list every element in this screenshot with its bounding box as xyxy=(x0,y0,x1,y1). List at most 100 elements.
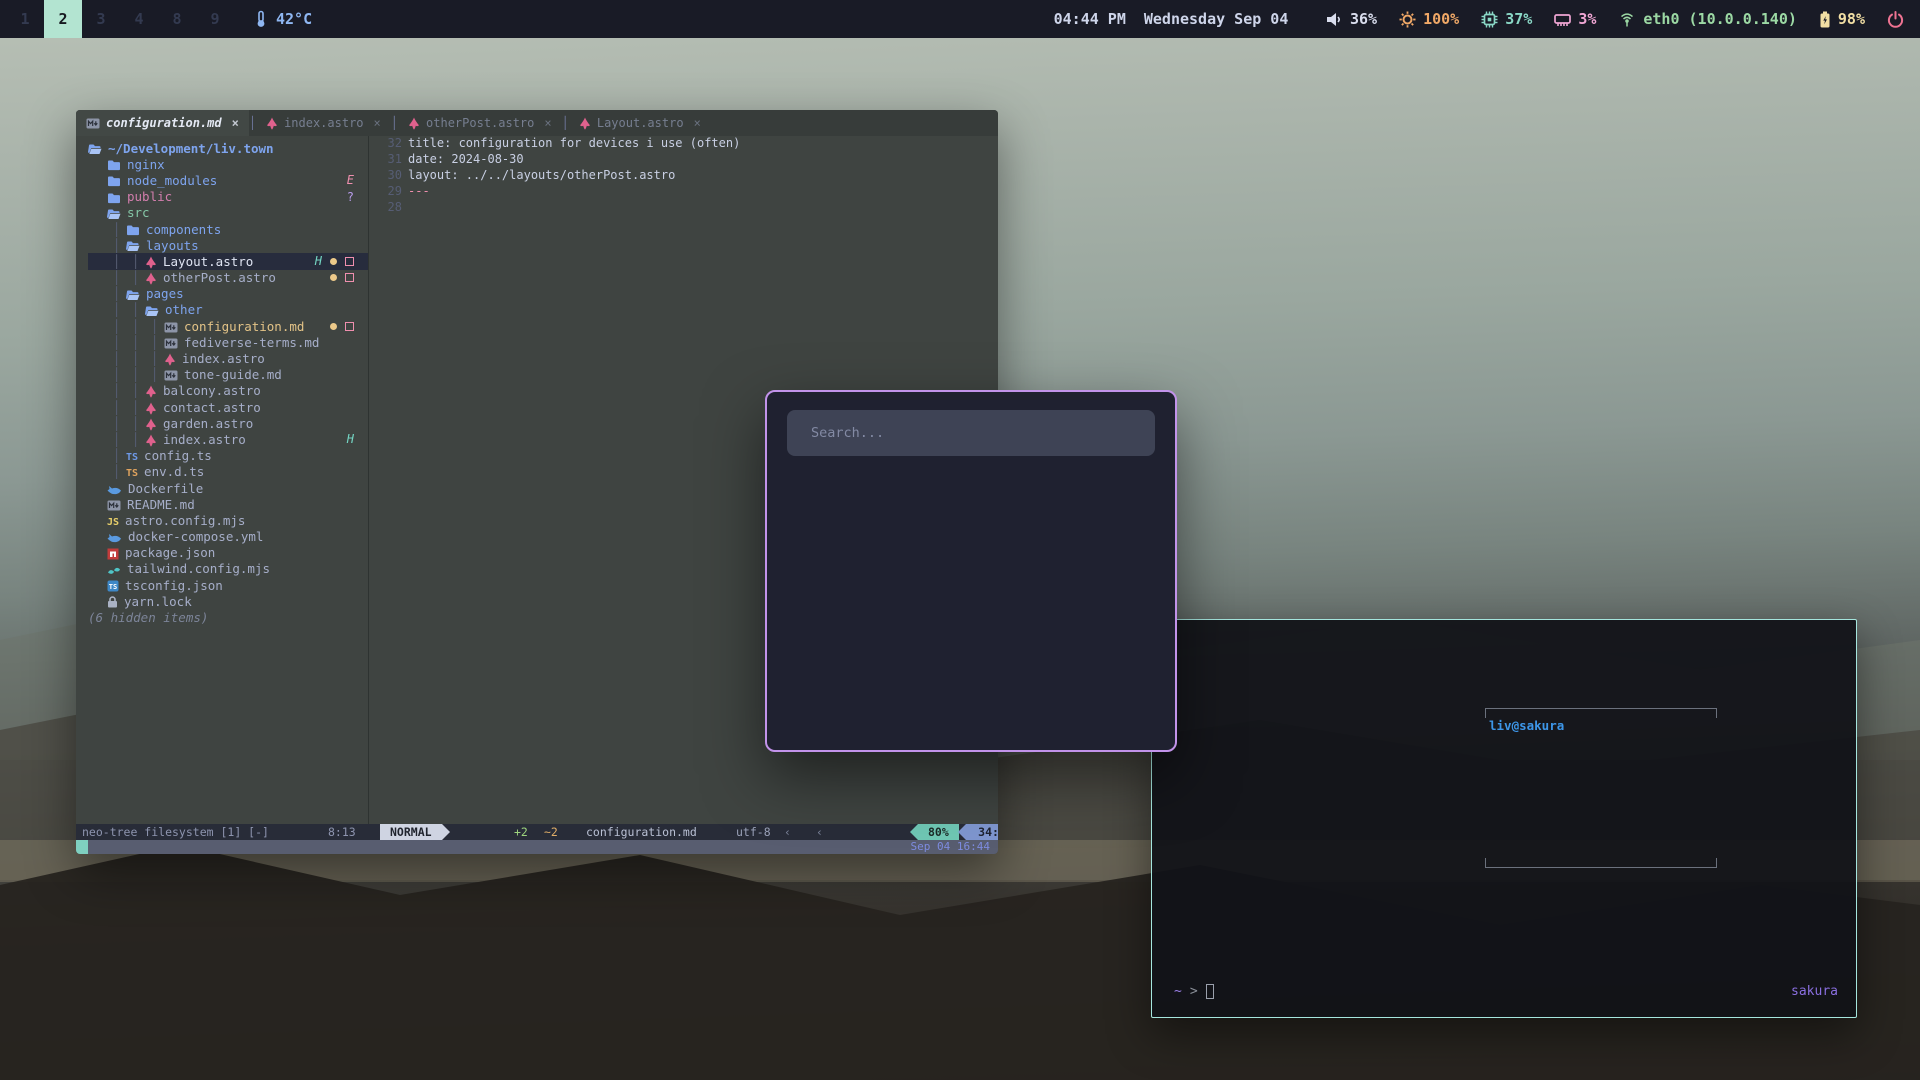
tree-item-otherPost-astro[interactable]: ││otherPost.astro xyxy=(88,270,368,286)
terminal-title-hostname: sakura xyxy=(1791,984,1838,999)
editor-line[interactable]: 31date: 2024-08-30 xyxy=(368,152,998,168)
workspace-button[interactable]: 2 xyxy=(44,0,82,38)
tree-item-config-ts[interactable]: │TSconfig.ts xyxy=(88,448,368,464)
terminal-window-fetch[interactable]: liv@sakura ~ > sakura xyxy=(1151,619,1857,1018)
power-module[interactable] xyxy=(1887,10,1904,28)
tree-item-tsconfig-json[interactable]: TStsconfig.json xyxy=(88,577,368,593)
editor-tab-Layout-astro[interactable]: Layout.astro× xyxy=(569,110,711,136)
cpu-module[interactable]: 37% xyxy=(1481,10,1532,28)
brightness-module[interactable]: 100% xyxy=(1399,10,1459,28)
svg-text:TS: TS xyxy=(109,583,117,591)
launcher-search-box[interactable] xyxy=(787,410,1155,456)
tab-close-button[interactable]: × xyxy=(694,116,701,130)
indent-guide xyxy=(88,270,107,285)
network-module[interactable]: eth0 (10.0.0.140) xyxy=(1618,10,1797,28)
module-value: 3% xyxy=(1578,10,1596,28)
tree-item-public[interactable]: public? xyxy=(88,189,368,205)
statusline-filename: configuration.md xyxy=(586,824,697,840)
thermometer-icon xyxy=(254,10,268,29)
tab-label: otherPost.astro xyxy=(426,116,534,130)
neotree-time: 8:13 xyxy=(328,824,356,840)
fetch-output: liv@sakura xyxy=(1489,688,1564,778)
tree-item-layouts[interactable]: │layouts xyxy=(88,237,368,253)
tree-item-tone-guide-md[interactable]: │││tone-guide.md xyxy=(88,367,368,383)
app-launcher[interactable] xyxy=(765,390,1177,752)
neo-tree-file-explorer[interactable]: ~/Development/liv.town nginx node_module… xyxy=(76,136,368,824)
tree-item-package-json[interactable]: package.json xyxy=(88,545,368,561)
indent-guide: │ xyxy=(107,464,126,479)
hint-badge: H xyxy=(315,254,322,268)
tree-item-label: other xyxy=(165,302,203,317)
tree-item-docker-compose-yml[interactable]: docker-compose.yml xyxy=(88,529,368,545)
indent-guide: │ xyxy=(126,367,145,382)
npm-icon xyxy=(107,545,119,560)
tree-item-label: configuration.md xyxy=(184,319,304,334)
editor-line[interactable]: 30layout: ../../layouts/otherPost.astro xyxy=(368,168,998,184)
tree-item-README-md[interactable]: README.md xyxy=(88,496,368,512)
tree-item-label: nginx xyxy=(127,157,165,172)
workspace-switcher: 123489 xyxy=(6,0,234,38)
tab-close-button[interactable]: × xyxy=(232,116,239,130)
folder-open-icon xyxy=(126,238,140,253)
tab-separator: │ xyxy=(249,116,256,130)
tree-item-index-astro[interactable]: │││index.astro xyxy=(88,350,368,366)
tree-item-nginx[interactable]: nginx xyxy=(88,156,368,172)
volume-module[interactable]: 36% xyxy=(1326,10,1377,28)
tree-item-astro-config-mjs[interactable]: JSastro.config.mjs xyxy=(88,512,368,528)
search-input[interactable] xyxy=(811,425,1141,441)
workspace-button[interactable]: 3 xyxy=(82,0,120,38)
workspace-button[interactable]: 9 xyxy=(196,0,234,38)
tree-item-Layout-astro[interactable]: ││Layout.astroH xyxy=(88,253,368,269)
tree-item-balcony-astro[interactable]: ││balcony.astro xyxy=(88,383,368,399)
indent-guide xyxy=(88,545,107,560)
tree-item-tailwind-config-mjs[interactable]: tailwind.config.mjs xyxy=(88,561,368,577)
markdown-file-icon xyxy=(86,116,100,130)
tree-item-index-astro[interactable]: ││index.astroH xyxy=(88,431,368,447)
tree-item--Development-liv-town[interactable]: ~/Development/liv.town xyxy=(88,140,368,156)
tree-item-contact-astro[interactable]: ││contact.astro xyxy=(88,399,368,415)
workspace-button[interactable]: 1 xyxy=(6,0,44,38)
editor-line[interactable]: 29--- xyxy=(368,184,998,200)
tree-item-garden-astro[interactable]: ││garden.astro xyxy=(88,415,368,431)
memory-module[interactable]: 3% xyxy=(1554,10,1596,28)
tree-item-pages[interactable]: │pages xyxy=(88,286,368,302)
astro-icon xyxy=(145,270,157,285)
indent-guide xyxy=(88,432,107,447)
tmux-window-active[interactable] xyxy=(76,840,88,854)
line-number: 31 xyxy=(368,152,402,166)
editor-line[interactable]: 28 xyxy=(368,200,998,216)
editor-tab-otherPost-astro[interactable]: otherPost.astro × xyxy=(398,110,562,136)
tree-item-env-d-ts[interactable]: │TSenv.d.ts xyxy=(88,464,368,480)
indent-guide xyxy=(88,416,107,431)
battery-module[interactable]: 98% xyxy=(1819,10,1865,28)
editor-line[interactable]: 32title: configuration for devices i use… xyxy=(368,136,998,152)
tree-item-node_modules[interactable]: node_modulesE xyxy=(88,172,368,188)
temperature-module[interactable]: 42°C xyxy=(254,10,312,29)
tree-item-configuration-md[interactable]: │││configuration.md xyxy=(88,318,368,334)
astro-icon xyxy=(145,383,157,398)
clock[interactable]: 04:44 PM Wednesday Sep 04 xyxy=(1054,0,1289,38)
indent-guide: │ xyxy=(107,222,126,237)
tmux-window[interactable] xyxy=(88,840,108,854)
indent-guide xyxy=(88,254,107,269)
indent-guide xyxy=(88,173,107,188)
workspace-button[interactable]: 4 xyxy=(120,0,158,38)
clock-date: Wednesday Sep 04 xyxy=(1144,10,1289,28)
tree-item-yarn-lock[interactable]: yarn.lock xyxy=(88,593,368,609)
tab-close-button[interactable]: × xyxy=(544,116,551,130)
editor-tab-index-astro[interactable]: index.astro× xyxy=(256,110,391,136)
tree-item-badges xyxy=(330,322,354,331)
shell-prompt[interactable]: ~ > xyxy=(1174,984,1214,999)
workspace-button[interactable]: 8 xyxy=(158,0,196,38)
tree-item-components[interactable]: │components xyxy=(88,221,368,237)
editor-tab-configuration-md[interactable]: configuration.md× xyxy=(76,110,249,136)
tree-item-other[interactable]: ││other xyxy=(88,302,368,318)
whale-icon xyxy=(107,481,122,496)
tab-close-button[interactable]: × xyxy=(374,116,381,130)
tree-item-badges: ? xyxy=(347,190,354,204)
tree-item-Dockerfile[interactable]: Dockerfile xyxy=(88,480,368,496)
tree-item-fediverse-terms-md[interactable]: │││fediverse-terms.md xyxy=(88,334,368,350)
tree-hidden-items-note: (6 hidden items) xyxy=(88,609,368,625)
tree-item-src[interactable]: src xyxy=(88,205,368,221)
tmux-window[interactable] xyxy=(108,840,128,854)
